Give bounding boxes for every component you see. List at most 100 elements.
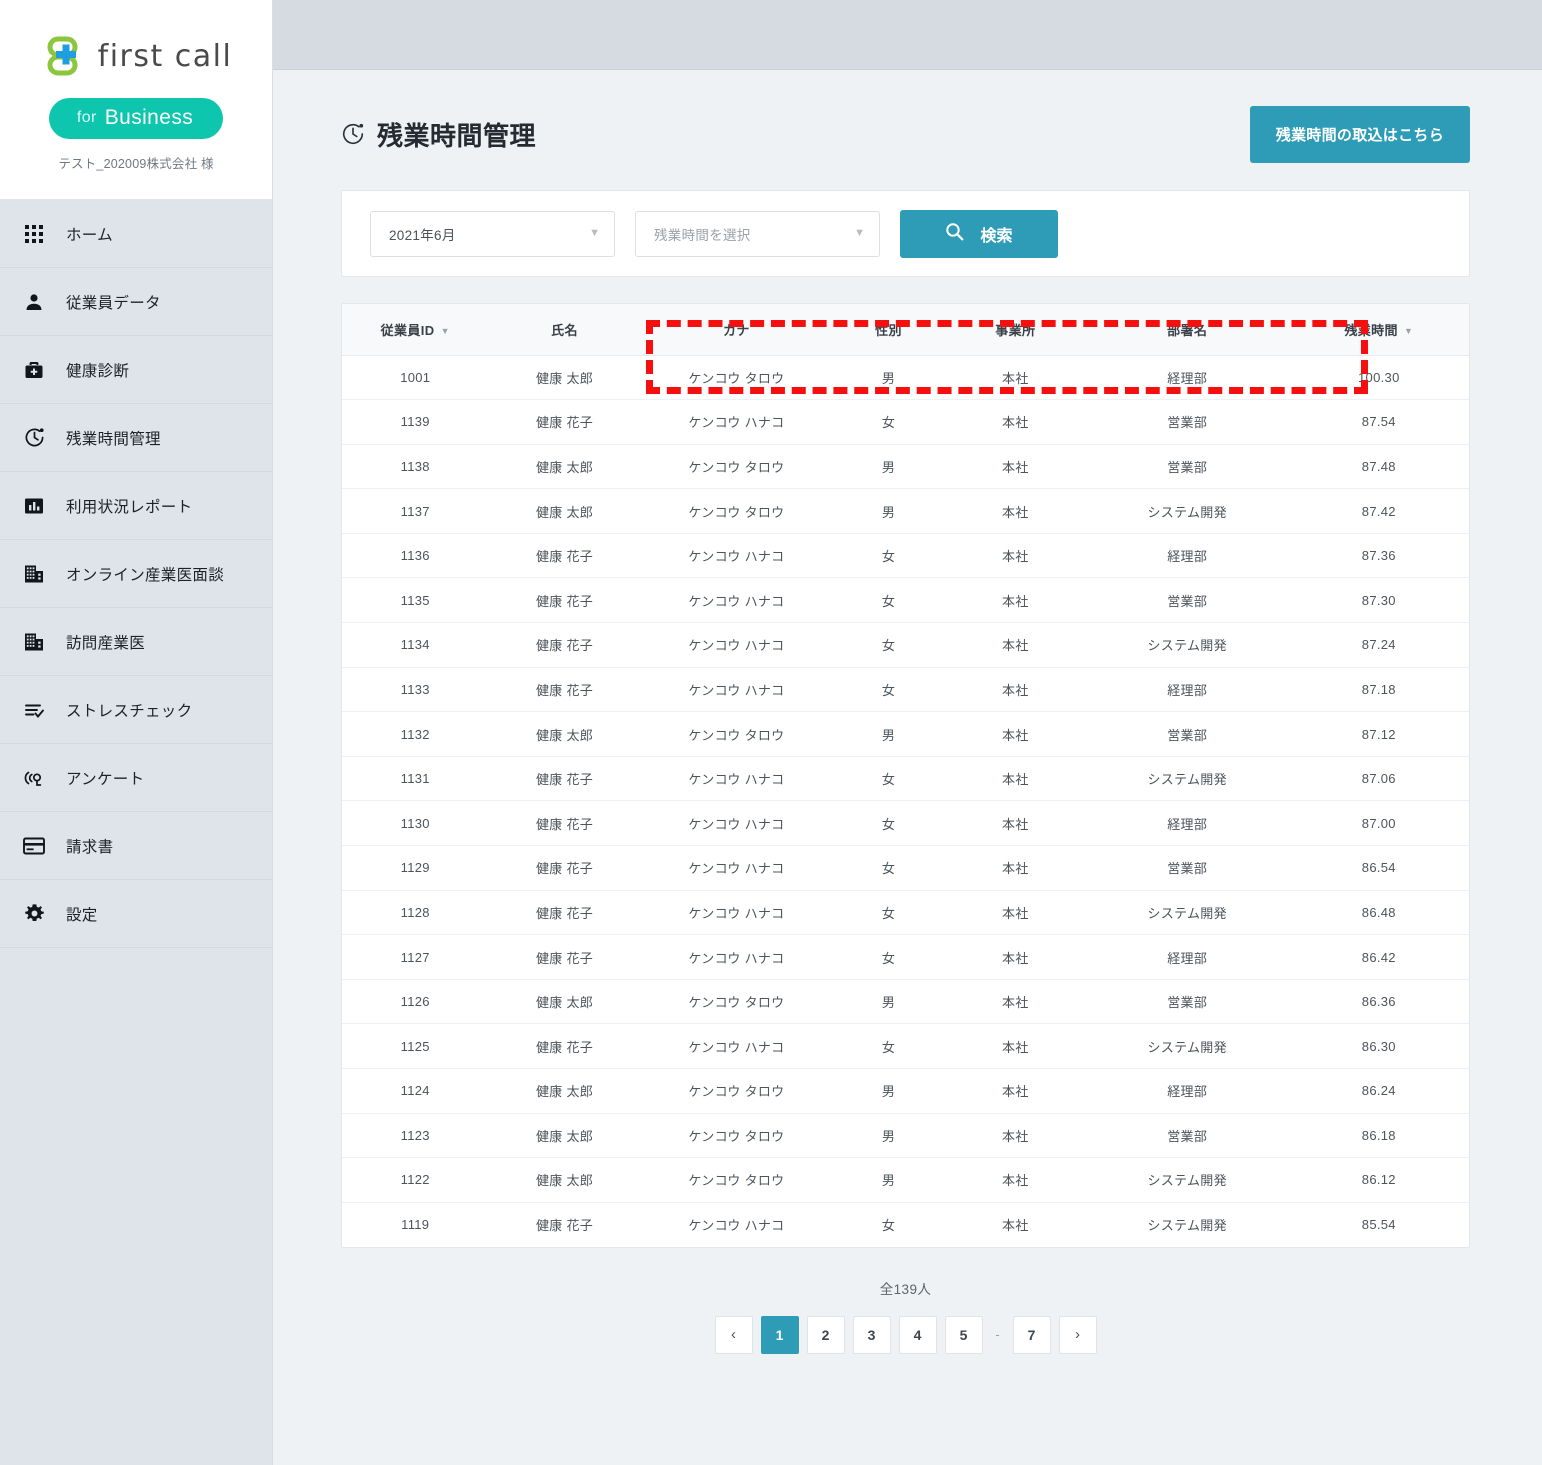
cell-employee-id: 1131 (342, 756, 489, 801)
table-row[interactable]: 1135健康 花子ケンコウ ハナコ女本社営業部87.30 (342, 578, 1469, 623)
sidebar-item-label: 請求書 (66, 835, 113, 857)
cell-kana: ケンコウ ハナコ (641, 890, 833, 935)
cell-gender: 女 (832, 935, 945, 980)
table-row[interactable]: 1122健康 太郎ケンコウ タロウ男本社システム開発86.12 (342, 1158, 1469, 1203)
cell-department: 経理部 (1086, 801, 1289, 846)
pagination-page-1[interactable]: 1 (761, 1316, 799, 1354)
megaphone-icon (22, 766, 46, 790)
cell-department: 営業部 (1086, 1113, 1289, 1158)
sidebar-item-label: アンケート (66, 767, 144, 789)
cell-kana: ケンコウ タロウ (641, 444, 833, 489)
column-header-office: 事業所 (945, 304, 1086, 355)
cell-gender: 男 (832, 444, 945, 489)
content-area: 残業時間管理 残業時間の取込はこちら 2021年6月 ▼ 残業時間を選択 ▼ (273, 70, 1542, 1465)
table-head: 従業員ID▼ 氏名 カナ 性別 事業所 部署名 残業時間▼ (342, 304, 1469, 355)
cell-gender: 女 (832, 578, 945, 623)
sidebar-item-home[interactable]: ホーム (0, 200, 272, 268)
sidebar-item-online-occupational-physician[interactable]: オンライン産業医面談 (0, 540, 272, 608)
cell-department: 営業部 (1086, 846, 1289, 891)
app-root: first call forBusiness テスト_202009株式会社 様 … (0, 0, 1542, 1465)
table-row[interactable]: 1124健康 太郎ケンコウ タロウ男本社経理部86.24 (342, 1069, 1469, 1114)
search-icon (945, 222, 964, 246)
cell-employee-id: 1127 (342, 935, 489, 980)
table-row[interactable]: 1128健康 花子ケンコウ ハナコ女本社システム開発86.48 (342, 890, 1469, 935)
overtime-hours-select[interactable]: 残業時間を選択 ▼ (635, 211, 880, 257)
chevron-down-icon: ▼ (589, 228, 600, 239)
sidebar-item-questionnaire[interactable]: アンケート (0, 744, 272, 812)
cell-gender: 男 (832, 1158, 945, 1203)
table-row[interactable]: 1129健康 花子ケンコウ ハナコ女本社営業部86.54 (342, 846, 1469, 891)
table-row[interactable]: 1119健康 花子ケンコウ ハナコ女本社システム開発85.54 (342, 1202, 1469, 1247)
table-row[interactable]: 1127健康 花子ケンコウ ハナコ女本社経理部86.42 (342, 935, 1469, 980)
cell-overtime-hours: 86.54 (1289, 846, 1469, 891)
month-select[interactable]: 2021年6月 ▼ (370, 211, 615, 257)
table-row[interactable]: 1133健康 花子ケンコウ ハナコ女本社経理部87.18 (342, 667, 1469, 712)
cell-office: 本社 (945, 846, 1086, 891)
bar-chart-icon (22, 494, 46, 518)
table-row[interactable]: 1131健康 花子ケンコウ ハナコ女本社システム開発87.06 (342, 756, 1469, 801)
cell-kana: ケンコウ タロウ (641, 489, 833, 534)
cell-kana: ケンコウ ハナコ (641, 578, 833, 623)
brand-block: first call forBusiness テスト_202009株式会社 様 (0, 0, 272, 200)
cell-overtime-hours: 87.18 (1289, 667, 1469, 712)
column-header-label: 部署名 (1167, 323, 1207, 338)
sidebar-item-employee-data[interactable]: 従業員データ (0, 268, 272, 336)
search-button[interactable]: 検索 (900, 210, 1058, 258)
pagination-prev-button[interactable]: ‹ (715, 1316, 753, 1354)
cell-office: 本社 (945, 355, 1086, 400)
cell-kana: ケンコウ タロウ (641, 1113, 833, 1158)
total-count-label: 全139人 (341, 1278, 1470, 1298)
table-row[interactable]: 1132健康 太郎ケンコウ タロウ男本社営業部87.12 (342, 712, 1469, 757)
table-row[interactable]: 1130健康 花子ケンコウ ハナコ女本社経理部87.00 (342, 801, 1469, 846)
cell-gender: 女 (832, 667, 945, 712)
cell-employee-id: 1135 (342, 578, 489, 623)
pagination-page-7[interactable]: 7 (1013, 1316, 1051, 1354)
filter-bar: 2021年6月 ▼ 残業時間を選択 ▼ 検索 (341, 190, 1470, 277)
cell-employee-id: 1001 (342, 355, 489, 400)
column-header-employee-id[interactable]: 従業員ID▼ (342, 304, 489, 355)
pagination-page-3[interactable]: 3 (853, 1316, 891, 1354)
cell-overtime-hours: 87.06 (1289, 756, 1469, 801)
cell-kana: ケンコウ ハナコ (641, 1024, 833, 1069)
pagination-page-2[interactable]: 2 (807, 1316, 845, 1354)
sidebar-item-overtime-management[interactable]: 残業時間管理 (0, 404, 272, 472)
cell-kana: ケンコウ タロウ (641, 1158, 833, 1203)
sidebar-item-health-checkup[interactable]: 健康診断 (0, 336, 272, 404)
table-row[interactable]: 1138健康 太郎ケンコウ タロウ男本社営業部87.48 (342, 444, 1469, 489)
cell-employee-id: 1128 (342, 890, 489, 935)
cell-overtime-hours: 86.24 (1289, 1069, 1469, 1114)
table-row[interactable]: 1139健康 花子ケンコウ ハナコ女本社営業部87.54 (342, 400, 1469, 445)
table-row[interactable]: 1136健康 花子ケンコウ ハナコ女本社経理部87.36 (342, 533, 1469, 578)
search-button-label: 検索 (980, 222, 1012, 246)
sidebar-item-visiting-occupational-physician[interactable]: 訪問産業医 (0, 608, 272, 676)
cell-department: システム開発 (1086, 1202, 1289, 1247)
sidebar-item-usage-report[interactable]: 利用状況レポート (0, 472, 272, 540)
sidebar: first call forBusiness テスト_202009株式会社 様 … (0, 0, 273, 1465)
sidebar-item-invoice[interactable]: 請求書 (0, 812, 272, 880)
table-row[interactable]: 1137健康 太郎ケンコウ タロウ男本社システム開発87.42 (342, 489, 1469, 534)
pagination-page-5[interactable]: 5 (945, 1316, 983, 1354)
cell-kana: ケンコウ タロウ (641, 355, 833, 400)
page-header: 残業時間管理 残業時間の取込はこちら (341, 70, 1470, 190)
table-row[interactable]: 1123健康 太郎ケンコウ タロウ男本社営業部86.18 (342, 1113, 1469, 1158)
cell-kana: ケンコウ ハナコ (641, 1202, 833, 1247)
cell-department: 経理部 (1086, 935, 1289, 980)
column-header-overtime-hours[interactable]: 残業時間▼ (1289, 304, 1469, 355)
pagination-next-button[interactable]: › (1059, 1316, 1097, 1354)
table-row[interactable]: 1125健康 花子ケンコウ ハナコ女本社システム開発86.30 (342, 1024, 1469, 1069)
table-footer: 全139人 ‹12345-7› (341, 1248, 1470, 1354)
table-row[interactable]: 1126健康 太郎ケンコウ タロウ男本社営業部86.36 (342, 979, 1469, 1024)
cell-name: 健康 太郎 (489, 489, 641, 534)
cell-department: 営業部 (1086, 400, 1289, 445)
table-row[interactable]: 1001健康 太郎ケンコウ タロウ男本社経理部100.30 (342, 355, 1469, 400)
sidebar-item-stress-check[interactable]: ストレスチェック (0, 676, 272, 744)
sidebar-item-settings[interactable]: 設定 (0, 880, 272, 948)
cell-gender: 女 (832, 1024, 945, 1069)
table-row[interactable]: 1134健康 花子ケンコウ ハナコ女本社システム開発87.24 (342, 623, 1469, 668)
cell-department: 経理部 (1086, 1069, 1289, 1114)
pagination-page-4[interactable]: 4 (899, 1316, 937, 1354)
cell-office: 本社 (945, 400, 1086, 445)
cell-overtime-hours: 87.36 (1289, 533, 1469, 578)
import-overtime-button[interactable]: 残業時間の取込はこちら (1250, 106, 1470, 163)
cell-name: 健康 太郎 (489, 979, 641, 1024)
